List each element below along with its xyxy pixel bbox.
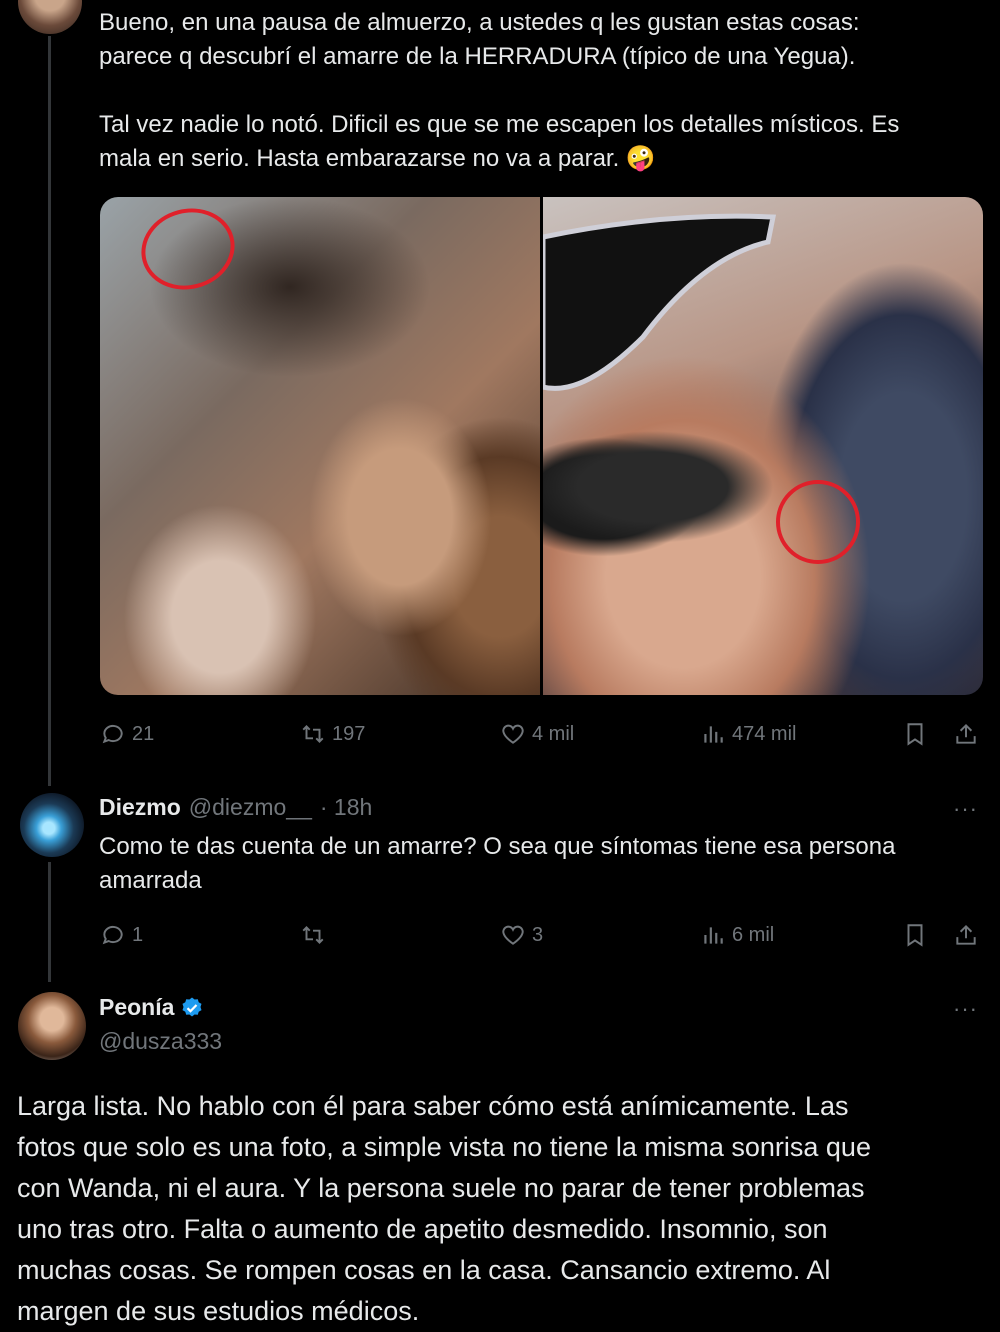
reply-count: 1 — [132, 923, 144, 946]
bar-chart-icon — [704, 927, 723, 944]
heart-icon — [502, 925, 524, 945]
timestamp[interactable]: · 18h — [320, 794, 372, 821]
share-button[interactable] — [953, 922, 979, 948]
retweet-action[interactable]: 197 — [300, 721, 365, 747]
display-name[interactable]: Diezmo — [99, 794, 181, 821]
tweet-text: Bueno, en una pausa de almuerzo, a usted… — [99, 9, 900, 172]
speech-bubble-icon — [102, 925, 123, 945]
verified-badge-icon — [182, 997, 202, 1016]
retweet-action[interactable] — [300, 922, 326, 948]
user-handle[interactable]: @diezmo__ — [189, 794, 312, 821]
share-button[interactable] — [953, 721, 979, 747]
views-action[interactable]: 474 mil — [700, 721, 796, 747]
share-icon — [956, 723, 976, 744]
reply-header: Diezmo @diezmo__ · 18h — [99, 794, 372, 821]
reply-action[interactable]: 1 — [100, 922, 143, 948]
reply-count: 21 — [132, 722, 155, 745]
like-action[interactable]: 3 — [500, 922, 543, 948]
share-icon — [956, 924, 976, 945]
bar-chart-icon — [704, 726, 723, 743]
bookmark-button[interactable] — [902, 922, 928, 948]
like-count: 4 mil — [532, 722, 575, 745]
views-count: 6 mil — [732, 923, 775, 946]
retweet-icon — [302, 926, 324, 944]
red-circle-annotation — [141, 208, 235, 290]
views-action[interactable]: 6 mil — [700, 922, 774, 948]
more-options-button[interactable]: ··· — [953, 996, 978, 1022]
tweet-photo-left[interactable] — [100, 197, 540, 695]
sunglasses-shape — [543, 213, 860, 564]
bookmark-icon — [907, 924, 923, 947]
author-name-row: Peonía — [99, 994, 204, 1021]
tweet-text: Larga lista. No hablo con él para saber … — [17, 1091, 871, 1326]
avatar[interactable] — [18, 992, 86, 1060]
tweet-photo-right[interactable] — [543, 197, 983, 695]
like-action[interactable]: 4 mil — [500, 721, 574, 747]
reply-action[interactable]: 21 — [100, 721, 154, 747]
bookmark-button[interactable] — [902, 721, 928, 747]
tweet-text: Como te das cuenta de un amarre? O sea q… — [99, 833, 896, 894]
thread-line — [48, 36, 51, 786]
speech-bubble-icon — [102, 724, 123, 744]
user-handle[interactable]: @dusza333 — [99, 1028, 222, 1055]
like-count: 3 — [532, 923, 544, 946]
avatar[interactable] — [20, 793, 84, 857]
more-options-button[interactable]: ··· — [953, 796, 978, 822]
views-count: 474 mil — [732, 722, 797, 745]
bookmark-icon — [907, 723, 923, 746]
retweet-count: 197 — [332, 722, 366, 745]
retweet-icon — [302, 725, 324, 743]
heart-icon — [502, 724, 524, 744]
thread-line — [48, 862, 51, 982]
display-name[interactable]: Peonía — [99, 994, 174, 1021]
avatar[interactable] — [18, 0, 82, 34]
